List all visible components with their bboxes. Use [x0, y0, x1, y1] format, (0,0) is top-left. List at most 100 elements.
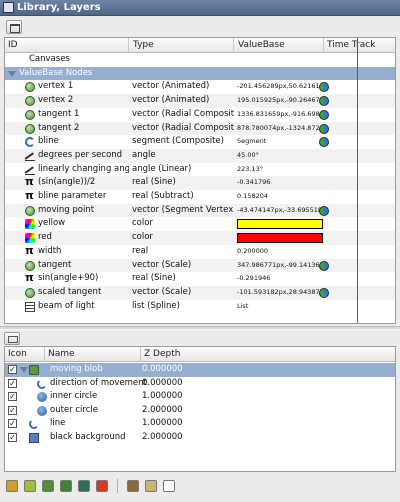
waypoint-icon[interactable] — [319, 287, 329, 298]
param-row[interactable]: Canvases — [5, 53, 395, 67]
layer-visibility-checkbox[interactable]: ✓ — [8, 405, 17, 415]
param-value-cell[interactable]: 1336.831659px,-916.698 — [235, 108, 323, 122]
param-value-cell[interactable]: -0.341796 — [235, 176, 323, 190]
layer-visibility-checkbox[interactable]: ✓ — [8, 365, 17, 374]
layer-visibility-checkbox[interactable]: ✓ — [8, 392, 17, 401]
curve-icon — [29, 419, 39, 429]
waypoint-icon[interactable] — [319, 109, 329, 120]
duplicate-layer-icon[interactable] — [42, 480, 54, 492]
tree-group-row[interactable]: ValueBase Nodes — [5, 66, 395, 81]
param-value-cell[interactable]: 223.13° — [235, 163, 323, 177]
expander-icon[interactable] — [8, 70, 16, 77]
app-icon — [3, 2, 14, 13]
waypoint-icon[interactable] — [319, 205, 329, 216]
param-type-cell — [130, 67, 234, 81]
param-value-cell[interactable]: List — [235, 300, 323, 314]
param-value-cell[interactable]: -0.291946 — [235, 272, 323, 286]
param-row[interactable]: tangent 2 vector (Radial Composite) 878.78… — [5, 121, 395, 136]
param-row[interactable]: scaled tangent vector (Scale) -101.593182p… — [5, 285, 395, 300]
param-type-cell: angle (Linear) — [132, 163, 192, 174]
param-row[interactable]: vertex 1 vector (Animated) -201.456289px,5… — [5, 80, 395, 94]
param-id-label: vertex 2 — [38, 95, 74, 106]
column-type[interactable]: Type — [130, 38, 234, 53]
column-z-depth[interactable]: Z Depth — [141, 347, 395, 362]
waypoint-icon[interactable] — [319, 260, 329, 271]
raise-layer-icon[interactable] — [6, 480, 18, 492]
column-name[interactable]: Name — [45, 347, 141, 362]
param-value-cell[interactable]: 878.780074px,-1324.872 — [235, 122, 323, 136]
param-value-cell[interactable]: 0.158204 — [235, 190, 323, 204]
param-id-label: vertex 1 — [38, 81, 74, 92]
column-icon[interactable]: Icon — [5, 347, 45, 362]
layer-row[interactable]: ✓ outer circle 2.000000 — [5, 404, 395, 418]
layer-visibility-checkbox[interactable]: ✓ — [8, 432, 17, 442]
waypoint-icon[interactable] — [319, 137, 329, 148]
param-row[interactable]: linearly changing angle angle (Linear) 223… — [5, 163, 395, 177]
param-row[interactable]: bline segment (Composite) Segment — [5, 135, 395, 149]
param-row[interactable]: beam of light list (Spline) List — [5, 300, 395, 314]
waypoint-icon[interactable] — [319, 96, 329, 107]
expander-icon[interactable] — [20, 367, 28, 373]
param-value-cell[interactable]: -43.474147px,-33.695518 — [235, 204, 323, 218]
param-row[interactable]: π (sin(angle))/2 real (Sine) -0.341796 — [5, 176, 395, 190]
param-value-cell[interactable]: 195.015925px,-90.26467 — [235, 94, 323, 108]
waypoint-icon[interactable] — [319, 123, 329, 134]
column-time-track[interactable]: Time Track — [324, 38, 395, 53]
param-id-label: beam of light — [38, 300, 95, 311]
param-row[interactable]: moving point vector (Segment Vertex) -43.4… — [5, 203, 395, 218]
layers-panel-icon[interactable] — [4, 332, 20, 345]
param-value-cell[interactable]: 0.200000 — [235, 245, 323, 259]
param-row[interactable]: π bline parameter real (Subtract) 0.158204 — [5, 190, 395, 204]
color-swatch[interactable] — [237, 218, 323, 229]
param-id-label: width — [38, 245, 62, 256]
waypoint-icon[interactable] — [319, 82, 329, 93]
param-row[interactable]: vertex 2 vector (Animated) 195.015925px,-9… — [5, 94, 395, 108]
param-value-cell[interactable]: 45.00° — [235, 149, 323, 163]
layer-visibility-checkbox[interactable]: ✓ — [8, 419, 17, 428]
time-cursor — [357, 38, 358, 323]
layer-visibility-checkbox[interactable]: ✓ — [8, 378, 17, 388]
param-value-cell[interactable] — [235, 67, 323, 81]
layer-name[interactable]: outer circle — [50, 404, 98, 418]
layer-row[interactable]: ✓ line 1.000000 — [5, 417, 395, 431]
param-row[interactable]: red color — [5, 231, 395, 245]
canvas-browser-icon[interactable] — [6, 20, 22, 34]
param-id-cell: red — [5, 231, 129, 245]
param-id-cell: π width — [5, 245, 129, 259]
lower-layer-icon[interactable] — [24, 480, 36, 492]
layer-row[interactable]: ✓ moving blob 0.000000 — [5, 363, 395, 377]
param-value-cell[interactable]: 347.986771px,-99.141367 — [235, 259, 323, 273]
param-type-cell — [130, 53, 234, 67]
param-value-cell[interactable]: Segment — [235, 135, 323, 149]
cut-icon[interactable] — [127, 480, 139, 492]
layer-name[interactable]: moving blob — [50, 363, 103, 377]
column-valuebase[interactable]: ValueBase — [235, 38, 324, 53]
color-swatch[interactable] — [237, 232, 323, 243]
param-value-cell[interactable] — [235, 53, 323, 67]
paste-icon[interactable] — [145, 480, 157, 492]
param-value-cell[interactable]: -201.456289px,50.62161 — [235, 80, 323, 94]
column-id[interactable]: ID — [5, 38, 129, 53]
param-row[interactable]: tangent 1 vector (Radial Composite) 1336.8… — [5, 108, 395, 122]
copy-icon[interactable] — [163, 480, 175, 492]
encapsulate-switch-icon[interactable] — [78, 480, 90, 492]
delete-layer-icon[interactable] — [96, 480, 108, 492]
window-titlebar[interactable]: Library, Layers — [0, 0, 400, 16]
param-row[interactable]: degrees per second angle 45.00° — [5, 148, 395, 163]
param-value-cell[interactable]: -101.593182px,28.943875 — [235, 286, 323, 300]
param-row[interactable]: yellow color — [5, 217, 395, 231]
layer-row[interactable]: ✓ direction of movement 0.000000 — [5, 377, 395, 391]
param-id-cell: vertex 1 — [5, 80, 129, 94]
encapsulate-icon[interactable] — [60, 480, 72, 492]
layer-name[interactable]: inner circle — [50, 390, 97, 404]
param-row[interactable]: tangent vector (Scale) 347.986771px,-99.14… — [5, 258, 395, 273]
param-row[interactable]: π width real 0.200000 — [5, 245, 395, 259]
layer-name[interactable]: black background — [50, 431, 126, 445]
layer-row[interactable]: ✓ black background 2.000000 — [5, 431, 395, 445]
layer-name[interactable]: direction of movement — [50, 377, 147, 391]
layer-name[interactable]: line — [50, 417, 65, 431]
param-id-cell: π bline parameter — [5, 190, 129, 204]
panel-divider[interactable] — [0, 326, 400, 330]
layer-row[interactable]: ✓ inner circle 1.000000 — [5, 390, 395, 404]
param-row[interactable]: π sin(angle+90) real (Sine) -0.291946 — [5, 272, 395, 286]
